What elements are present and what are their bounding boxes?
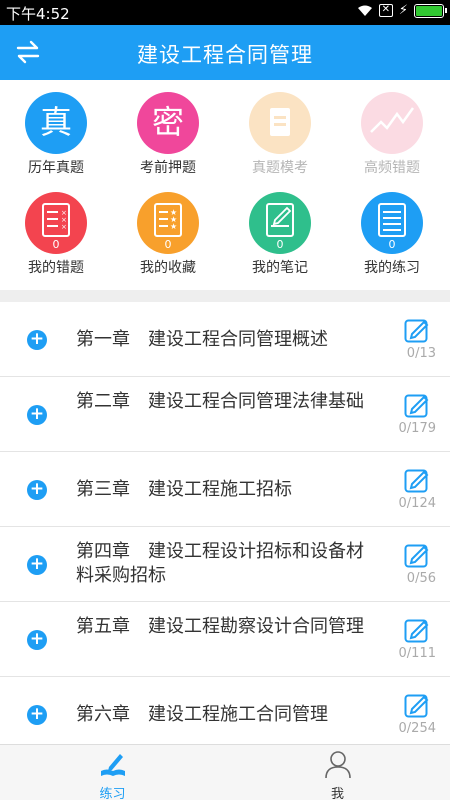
edit-icon[interactable] [404,467,430,493]
user-icon [324,751,351,779]
progress-count: 0/111 [398,646,436,661]
page-title: 建设工程合同管理 [137,43,313,67]
status-bar: 下午4:52 ✕ ⚡ [0,0,450,25]
app-bar: 建设工程合同管理 [0,25,450,80]
bottom-tab-bar: 练习 我 [0,744,450,802]
wrong-list-icon: × × × 0 [25,192,87,254]
chapter-row[interactable]: + 第二章 建设工程合同管理法律基础 0/179 [0,377,450,452]
edit-icon[interactable] [404,617,430,643]
progress-count: 0/179 [398,421,436,436]
grid-item-my-notes[interactable]: 0 我的笔记 [224,192,336,277]
chapter-title: 第五章 建设工程勘察设计合同管理 [76,616,364,637]
expand-plus-icon[interactable]: + [27,555,47,575]
grid-item-frequent-errors[interactable]: 高频错题 [336,92,448,177]
grid-item-mock-exam[interactable]: 真题模考 [224,92,336,177]
progress-count: 0/124 [398,496,436,511]
grid-item-my-wrong[interactable]: × × × 0 我的错题 [0,192,112,277]
edit-icon[interactable] [404,317,430,343]
charging-icon: ⚡ [398,3,408,18]
trend-chart-icon [361,92,423,154]
expand-plus-icon[interactable]: + [27,705,47,725]
expand-plus-icon[interactable]: + [27,480,47,500]
svg-text:★: ★ [170,222,177,231]
note-icon: 0 [249,192,311,254]
chapter-row[interactable]: + 第六章 建设工程施工合同管理 0/254 [0,677,450,744]
grid-item-label: 我的练习 [364,260,420,276]
chapter-row[interactable]: + 第四章 建设工程设计招标和设备材料采购招标 0/56 [0,527,450,602]
tab-practice[interactable]: 练习 [0,745,225,802]
chapter-title: 第六章 建设工程施工合同管理 [76,704,328,725]
chapter-title: 第一章 建设工程合同管理概述 [76,329,328,350]
pencil-book-icon [100,754,125,776]
sim-disabled-icon: ✕ [378,4,393,17]
edit-icon[interactable] [404,392,430,418]
grid-item-label: 历年真题 [28,160,84,176]
status-icons: ✕ ⚡ [357,3,447,18]
grid-item-label: 考前押题 [140,160,196,176]
chapter-row[interactable]: + 第一章 建设工程合同管理概述 0/13 [0,302,450,377]
practice-book-icon: 0 [361,192,423,254]
chapter-title: 第三章 建设工程施工招标 [76,479,292,500]
feature-grid: 真 历年真题 密 考前押题 真题模考 高频错题 × × × 0 我的错题 ★ ★… [0,80,450,290]
edit-icon[interactable] [404,692,430,718]
tab-me[interactable]: 我 [225,745,450,802]
grid-item-label: 我的笔记 [252,260,308,276]
wrong-count: 0 [52,238,60,251]
chapter-title: 第四章 建设工程设计招标和设备材料采购招标 [76,541,364,586]
chapter-list: + 第一章 建设工程合同管理概述 0/13 + 第二章 建设工程合同管理法律基础 0… [0,302,450,744]
grid-item-label: 我的错题 [28,260,84,276]
grid-item-label: 真题模考 [252,160,308,176]
grid-item-my-favorites[interactable]: ★ ★ ★ 0 我的收藏 [112,192,224,277]
grid-item-past-exams[interactable]: 真 历年真题 [0,92,112,177]
exam-paper-icon [249,92,311,154]
chapter-title: 第二章 建设工程合同管理法律基础 [76,391,364,412]
expand-plus-icon[interactable]: + [27,630,47,650]
tab-label: 练习 [99,787,126,802]
grid-item-my-practice[interactable]: 0 我的练习 [336,192,448,277]
wifi-icon [357,5,372,16]
chapter-row[interactable]: + 第三章 建设工程施工招标 0/124 [0,452,450,527]
grid-item-label: 高频错题 [364,160,420,176]
mi-icon: 密 [137,92,199,154]
status-time: 下午4:52 [6,5,70,23]
progress-count: 0/13 [406,346,436,361]
favorites-count: 0 [164,238,172,251]
battery-icon [414,3,447,18]
chapter-row[interactable]: + 第五章 建设工程勘察设计合同管理 0/111 [0,602,450,677]
expand-plus-icon[interactable]: + [27,405,47,425]
notes-count: 0 [276,238,284,251]
section-divider [0,290,450,302]
zhen-icon: 真 [25,92,87,154]
grid-item-mock-predictions[interactable]: 密 考前押题 [112,92,224,177]
progress-count: 0/254 [398,721,436,736]
edit-icon[interactable] [404,542,430,568]
tab-label: 我 [330,787,344,802]
svg-text:×: × [61,223,67,231]
grid-item-label: 我的收藏 [140,260,196,276]
expand-plus-icon[interactable]: + [27,330,47,350]
practice-count: 0 [388,238,396,251]
progress-count: 0/56 [406,571,436,586]
star-list-icon: ★ ★ ★ 0 [137,192,199,254]
